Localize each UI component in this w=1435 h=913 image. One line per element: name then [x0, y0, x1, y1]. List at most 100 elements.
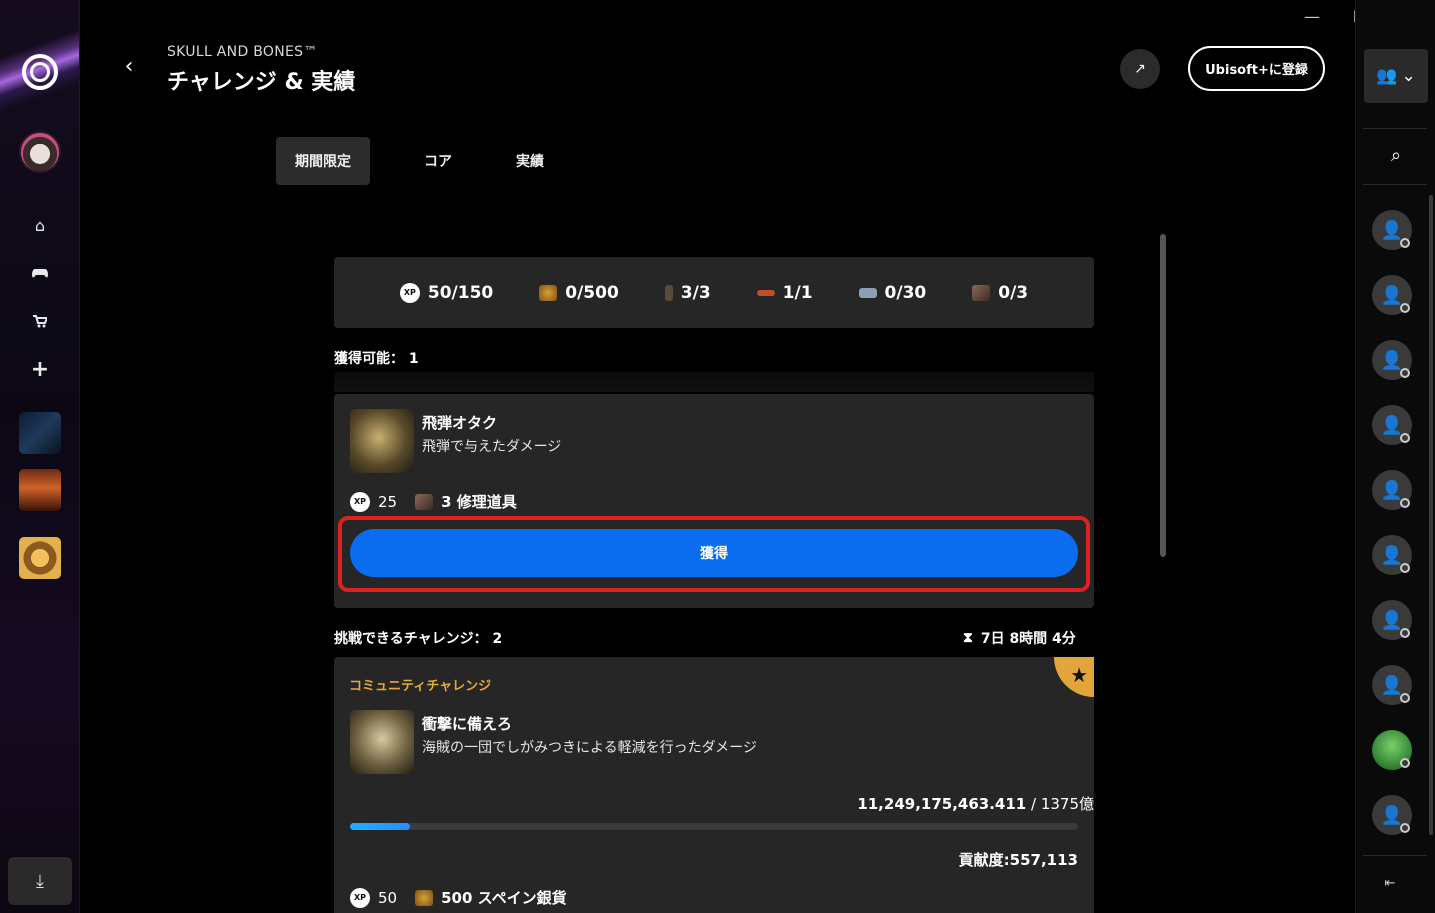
xp-icon: XP — [350, 491, 370, 512]
reward-value: 1/1 — [782, 282, 813, 303]
reward-banner: 1/1 — [756, 282, 813, 303]
challenge-title: 飛弾オタク — [422, 414, 498, 432]
xp-icon: XP — [350, 887, 370, 908]
chevron-down-icon: ⌄ — [1401, 66, 1416, 86]
cart-icon[interactable] — [26, 307, 54, 335]
status-indicator — [1400, 433, 1410, 443]
friend-avatar[interactable]: 👤 — [1372, 600, 1412, 640]
banner-icon — [756, 289, 775, 296]
reward-value: 0/3 — [998, 282, 1029, 303]
community-challenge-card: 衝撃に備えろ 海賊の一団でしがみつきによる軽減を行ったダメージ XP 50 50… — [334, 657, 1094, 913]
reward-value: 50/150 — [427, 282, 494, 303]
friend-avatar[interactable]: 👤 — [1372, 405, 1412, 445]
status-indicator — [1400, 823, 1410, 833]
challenge-rewards: XP 50 500 スペイン銀貨 — [350, 887, 567, 908]
silver-coin-icon — [415, 889, 434, 906]
xp-value: 25 — [378, 492, 398, 511]
status-indicator — [1400, 238, 1410, 248]
ubisoft-logo-icon[interactable] — [22, 54, 58, 90]
divider — [1363, 128, 1427, 129]
challenge-description: 海賊の一団でしがみつきによる軽減を行ったダメージ — [422, 740, 757, 756]
collapse-sidebar-icon[interactable]: ⇤ — [1380, 876, 1400, 894]
rewards-summary-bar: XP 50/150 0/500 3/3 1/1 0/30 0/3 — [334, 257, 1094, 328]
friend-avatar[interactable]: 👤 — [1372, 340, 1412, 380]
progress-current: 11,249,175,463.411 — [857, 795, 1027, 813]
friends-scrollbar[interactable] — [1429, 195, 1433, 835]
xp-value: 50 — [378, 888, 398, 907]
tab-core[interactable]: コア — [405, 137, 471, 185]
claimable-label: 獲得可能： 1 — [334, 351, 419, 367]
friend-avatar[interactable]: 👤 — [1372, 210, 1412, 250]
status-indicator — [1400, 628, 1410, 638]
search-icon[interactable]: ⌕ — [1384, 145, 1408, 169]
divider — [1363, 184, 1427, 185]
friend-avatar[interactable] — [1372, 730, 1412, 770]
reward-fish: 0/30 — [858, 282, 927, 303]
community-challenge-tag: コミュニティチャレンジ — [349, 679, 492, 694]
gamepad-icon[interactable] — [26, 259, 54, 287]
reward-xp: XP 50/150 — [399, 282, 494, 303]
figurehead-icon — [664, 284, 673, 301]
download-icon[interactable]: ⤓ — [8, 857, 72, 905]
reward-text: 3 修理道具 — [441, 493, 517, 511]
reward-value: 0/500 — [565, 282, 619, 303]
friend-avatar[interactable]: 👤 — [1372, 795, 1412, 835]
reward-silver: 0/500 — [539, 283, 619, 303]
reward-text: 500 スペイン銀貨 — [441, 889, 567, 907]
game-thumbnail-1[interactable] — [19, 412, 61, 454]
fish-icon — [858, 287, 877, 298]
challenges-label: 挑戦できるチャレンジ： 2 — [334, 631, 503, 647]
main-scrollbar[interactable] — [1160, 234, 1166, 557]
reward-figurehead: 3/3 — [664, 282, 711, 303]
status-indicator — [1400, 758, 1410, 768]
challenge-title: 衝撃に備えろ — [422, 715, 513, 733]
time-remaining: ⧗ 7日 8時間 4分 — [963, 628, 1076, 648]
challenge-thumbnail — [350, 710, 414, 774]
xp-icon: XP — [399, 282, 420, 303]
timer-text: 7日 8時間 4分 — [980, 631, 1076, 647]
tab-achievements[interactable]: 実績 — [497, 137, 563, 185]
challenge-description: 飛弾で与えたダメージ — [422, 439, 562, 455]
tab-limited[interactable]: 期間限定 — [276, 137, 370, 185]
app-window: ⌂ + ⤓ — ☐ ✕ ‹ SKULL AND BONES™ チャレンジ & 実… — [0, 0, 1435, 913]
friend-avatar[interactable]: 👤 — [1372, 470, 1412, 510]
friends-icon: 👥 — [1376, 66, 1398, 86]
add-icon[interactable]: + — [26, 355, 54, 383]
game-thumbnail-skull-and-bones[interactable] — [19, 537, 61, 579]
home-icon[interactable]: ⌂ — [26, 211, 54, 239]
game-name: SKULL AND BONES™ — [167, 44, 318, 60]
claim-button[interactable]: 獲得 — [350, 529, 1078, 577]
status-indicator — [1400, 563, 1410, 573]
repair-kit-icon — [972, 284, 991, 301]
user-avatar[interactable] — [19, 131, 61, 173]
progress-bar — [350, 823, 1078, 830]
friend-avatar[interactable]: 👤 — [1372, 665, 1412, 705]
left-sidebar: ⌂ + ⤓ — [0, 0, 80, 913]
right-sidebar — [1355, 0, 1435, 913]
divider — [334, 372, 1094, 392]
status-indicator — [1400, 303, 1410, 313]
status-indicator — [1400, 498, 1410, 508]
friend-avatar[interactable]: 👤 — [1372, 275, 1412, 315]
back-icon[interactable]: ‹ — [116, 54, 142, 80]
divider — [1363, 855, 1427, 856]
progress-fill — [350, 823, 410, 830]
friend-avatar[interactable]: 👤 — [1372, 535, 1412, 575]
page-title: チャレンジ & 実績 — [167, 70, 356, 95]
challenge-rewards: XP 25 3 修理道具 — [350, 491, 517, 512]
challenge-thumbnail — [350, 409, 414, 473]
reward-value: 0/30 — [884, 282, 927, 303]
friends-menu-button[interactable]: 👥 ⌄ — [1364, 49, 1428, 103]
game-thumbnail-2[interactable] — [19, 469, 61, 511]
progress-text: 11,249,175,463.411 / 1375億 — [857, 793, 1094, 814]
status-indicator — [1400, 693, 1410, 703]
ubisoft-plus-button[interactable]: Ubisoft+に登録 — [1188, 46, 1325, 91]
progress-total: / 1375億 — [1026, 795, 1094, 813]
status-indicator — [1400, 368, 1410, 378]
repair-kit-icon — [415, 493, 434, 510]
external-link-icon[interactable]: ↗ — [1120, 49, 1160, 89]
minimize-icon[interactable]: — — [1299, 6, 1325, 28]
reward-repair-kit: 0/3 — [972, 283, 1028, 303]
reward-value: 3/3 — [680, 282, 711, 303]
silver-coin-icon — [539, 284, 558, 301]
